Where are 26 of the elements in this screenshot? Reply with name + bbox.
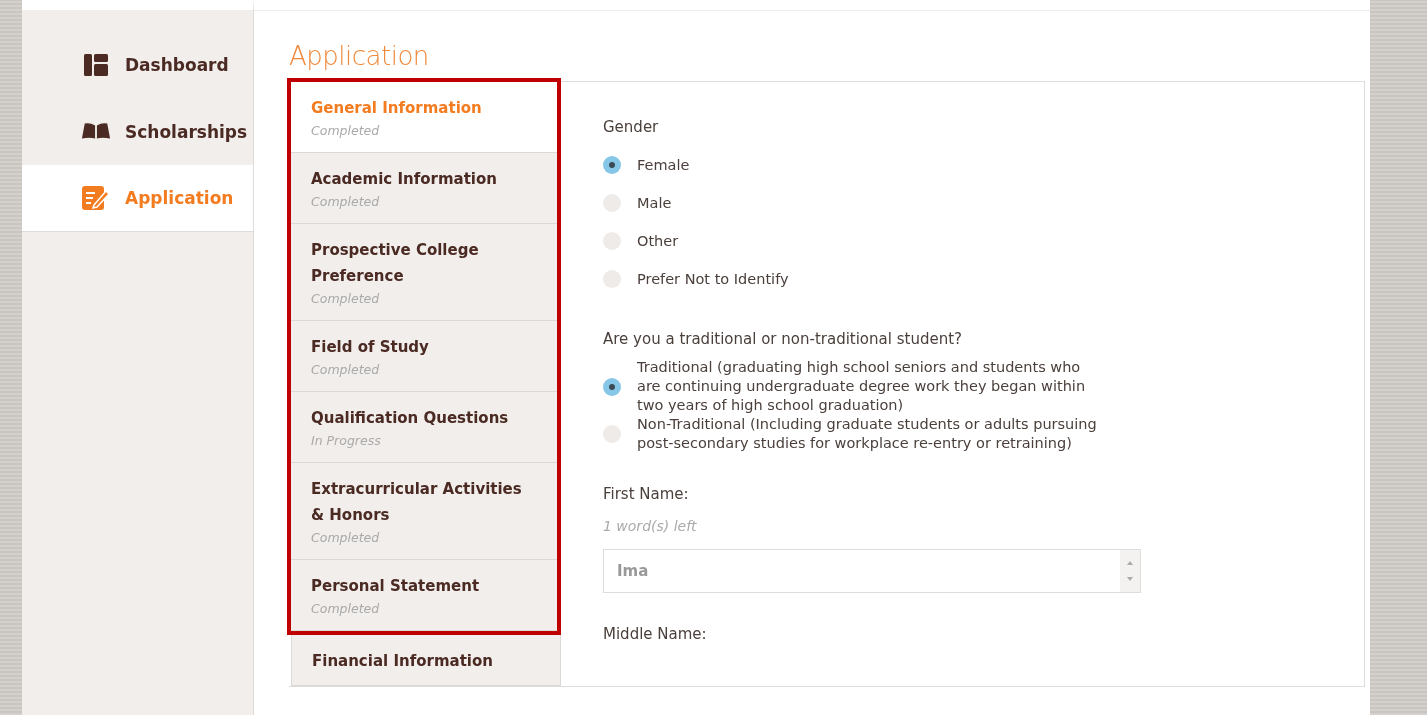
question-label: Gender bbox=[603, 117, 660, 138]
sidebar-item[interactable]: Scholarships bbox=[22, 98, 253, 165]
sidebar-item[interactable]: Dashboard bbox=[22, 31, 253, 98]
option-label: Prefer Not to Identify bbox=[637, 269, 789, 289]
step-item[interactable]: Extracurricular Activities & Honors Completed bbox=[291, 463, 557, 560]
page-title: Application bbox=[289, 41, 430, 71]
step-item[interactable]: Financial Information bbox=[291, 635, 561, 686]
dashboard-icon bbox=[81, 53, 111, 76]
option-label: Non-Traditional (Including graduate students or adults pursuing post-secondary studies for workplace re-entry or retraining) bbox=[637, 415, 1098, 453]
question-label: Are you a traditional or non-traditional student? bbox=[603, 329, 963, 350]
step-item[interactable]: Personal Statement Completed bbox=[291, 560, 557, 631]
option-label: Traditional (graduating high school seniors and students who are continuing undergraduate degree work they began within two years of high school graduation) bbox=[637, 358, 1087, 415]
step-item[interactable]: Prospective College Preference Completed bbox=[291, 224, 557, 321]
word-count-hint: 1 word(s) left bbox=[603, 517, 698, 536]
step-item[interactable]: Qualification Questions In Progress bbox=[291, 392, 557, 463]
step-item[interactable]: Field of Study Completed bbox=[291, 321, 557, 392]
option-label: Male bbox=[637, 193, 672, 213]
spinner-icon[interactable] bbox=[1120, 550, 1140, 592]
radio-button[interactable] bbox=[603, 156, 621, 174]
step-item[interactable]: Academic Information Completed bbox=[291, 153, 557, 224]
radio-button[interactable] bbox=[603, 377, 621, 396]
field-label: First Name: bbox=[603, 484, 690, 505]
option-label: Female bbox=[637, 155, 690, 175]
option-label: Other bbox=[637, 231, 679, 251]
field-label: Middle Name: bbox=[603, 624, 708, 645]
edit-icon bbox=[81, 185, 111, 211]
